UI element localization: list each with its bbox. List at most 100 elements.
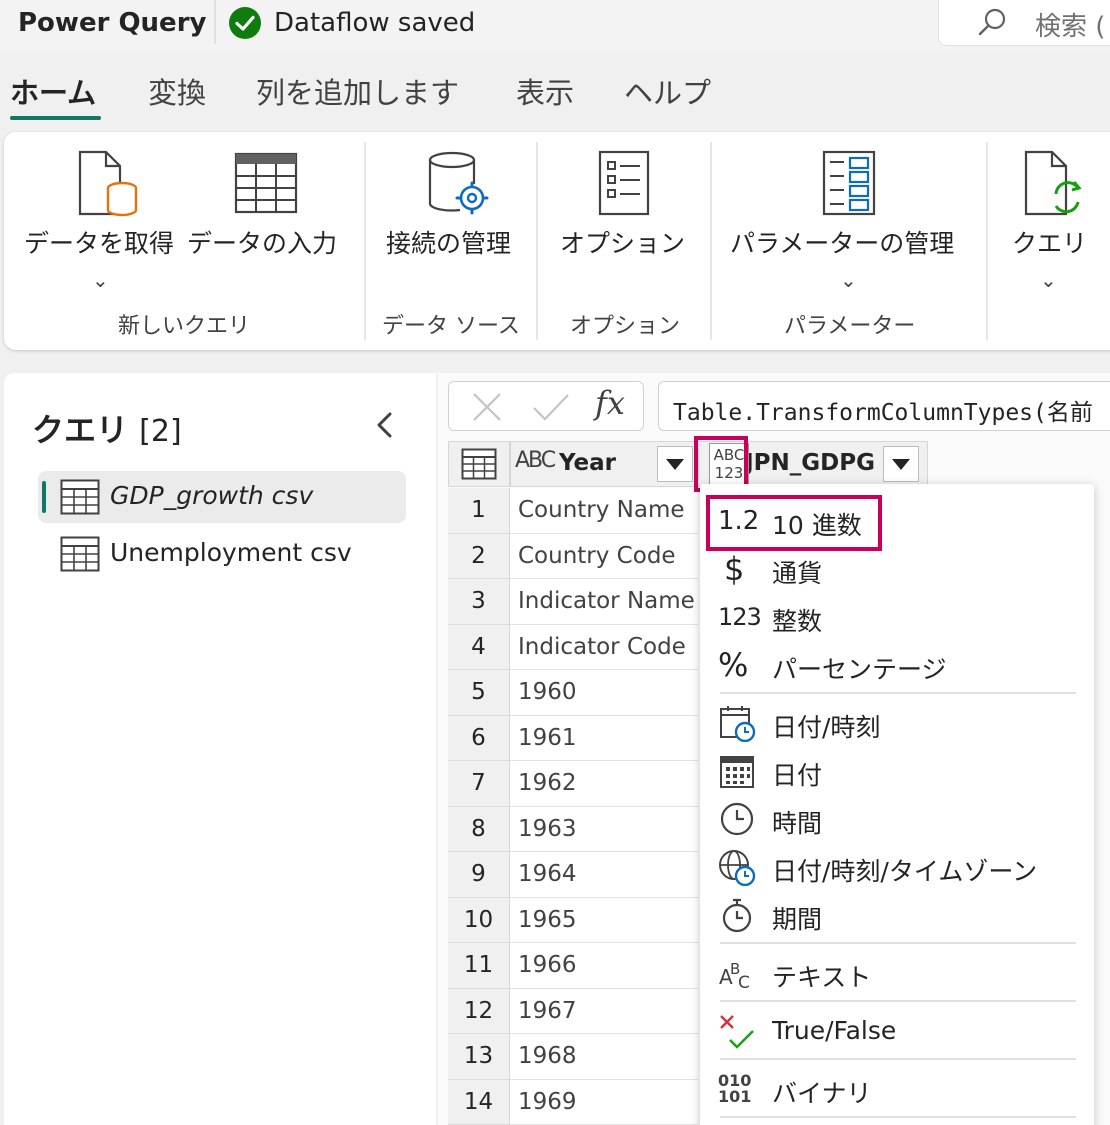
menu-item-time[interactable]: 時間 xyxy=(700,796,1094,842)
row-number: 9 xyxy=(448,852,510,898)
table-row[interactable]: 7 1962 xyxy=(448,761,698,807)
menu-item-binary[interactable]: 010 101 バイナリ xyxy=(700,1066,1094,1112)
menu-item-label: True/False xyxy=(772,1016,897,1045)
table-row[interactable]: 5 1960 xyxy=(448,670,698,716)
menu-item-currency[interactable]: $ 通貨 xyxy=(700,546,1094,592)
menu-item-label: 通貨 xyxy=(772,559,823,588)
currency-icon: $ xyxy=(724,550,745,588)
menu-item-label: 期間 xyxy=(772,905,823,934)
row-number: 10 xyxy=(448,897,510,943)
table-row[interactable]: 14 1969 xyxy=(448,1079,698,1125)
table-cell[interactable]: 1961 xyxy=(510,715,698,761)
table-cell[interactable]: Indicator Name xyxy=(510,579,698,625)
chevron-down-icon: ⌄ xyxy=(1040,268,1057,292)
menu-item-true-false[interactable]: True/False xyxy=(700,1008,1094,1054)
decimal-option-highlight xyxy=(706,495,882,551)
title-divider xyxy=(214,0,216,44)
collapse-panel-icon[interactable] xyxy=(366,405,406,445)
menu-item-text[interactable]: A B C テキスト xyxy=(700,950,1094,996)
column-name: Year xyxy=(559,450,617,476)
check-circle-icon xyxy=(229,7,261,39)
menu-item-datetime-timezone[interactable]: 日付/時刻/タイムゾーン xyxy=(700,844,1094,890)
row-number: 11 xyxy=(448,943,510,989)
table-cell[interactable]: Country Name xyxy=(510,488,698,534)
menu-item-label: 整数 xyxy=(772,607,823,636)
data-type-menu: 1.2 10 進数 $ 通貨 123 整数 % パーセンテージ 日付/時刻 日付… xyxy=(700,484,1094,1125)
queries-count: [2] xyxy=(139,414,182,449)
query-refresh-icon xyxy=(1024,150,1082,216)
menu-divider xyxy=(720,1116,1076,1118)
row-number: 5 xyxy=(448,670,510,716)
formula-input[interactable]: Table.TransformColumnTypes(名前 xyxy=(658,381,1110,431)
query-item-unemployment[interactable]: Unemployment csv xyxy=(38,528,406,580)
table-cell[interactable]: Indicator Code xyxy=(510,624,698,670)
table-row[interactable]: 4 Indicator Code xyxy=(448,624,698,670)
menu-item-label: バイナリ xyxy=(772,1079,872,1108)
table-cell[interactable]: 1964 xyxy=(510,852,698,898)
table-cell[interactable]: 1968 xyxy=(510,1034,698,1080)
enter-data-label: データの入力 xyxy=(187,229,338,258)
commit-formula-icon[interactable] xyxy=(531,392,571,422)
menu-item-whole-number[interactable]: 123 整数 xyxy=(700,594,1094,640)
column-dropdown-button[interactable] xyxy=(883,446,919,482)
tab-home[interactable]: ホーム xyxy=(10,70,96,112)
cancel-formula-icon[interactable] xyxy=(471,392,503,422)
menu-item-datetime[interactable]: 日付/時刻 xyxy=(700,700,1094,746)
calendar-icon xyxy=(720,756,754,788)
table-row[interactable]: 11 1966 xyxy=(448,943,698,989)
tab-view[interactable]: 表示 xyxy=(516,70,574,112)
menu-divider xyxy=(720,1058,1076,1060)
table-cell[interactable]: 1966 xyxy=(510,943,698,989)
percentage-icon: % xyxy=(718,646,749,684)
table-row[interactable]: 1 Country Name xyxy=(448,488,698,534)
row-number: 2 xyxy=(448,533,510,579)
ribbon: データを取得 ⌄ データの入力 新しいクエリ 接続の管理 データ ソース オプシ… xyxy=(4,132,1110,350)
queries-panel-title: クエリ [2] xyxy=(32,405,182,451)
table-row[interactable]: 12 1967 xyxy=(448,988,698,1034)
table-row[interactable]: 3 Indicator Name xyxy=(448,579,698,625)
table-row[interactable]: 6 1961 xyxy=(448,715,698,761)
save-status: Dataflow saved xyxy=(274,8,476,38)
chevron-down-icon: ⌄ xyxy=(840,268,857,292)
table-cell[interactable]: Country Code xyxy=(510,533,698,579)
table-row[interactable]: 8 1963 xyxy=(448,806,698,852)
table-cell[interactable]: 1963 xyxy=(510,806,698,852)
table-cell[interactable]: 1967 xyxy=(510,988,698,1034)
enter-data-icon xyxy=(234,152,298,214)
ribbon-tabs: ホーム 変換 列を追加します 表示 ヘルプ xyxy=(0,60,1110,122)
column-dropdown-button[interactable] xyxy=(657,446,693,482)
search-placeholder: 検索 ( xyxy=(1035,12,1106,42)
table-cell[interactable]: 1960 xyxy=(510,670,698,716)
ribbon-divider xyxy=(986,142,988,340)
tab-transform[interactable]: 変換 xyxy=(148,70,206,112)
select-all-header[interactable] xyxy=(448,441,510,487)
text-type-icon[interactable]: ABC xyxy=(515,448,556,473)
whole-number-icon: 123 xyxy=(718,603,762,631)
table-cell[interactable]: 1969 xyxy=(510,1079,698,1125)
table-cell[interactable]: 1962 xyxy=(510,761,698,807)
table-row[interactable]: 10 1965 xyxy=(448,897,698,943)
query-item-gdp-growth[interactable]: GDP_growth csv xyxy=(38,471,406,523)
table-row[interactable]: 2 Country Code xyxy=(448,533,698,579)
manage-parameters-icon xyxy=(822,150,876,216)
table-row[interactable]: 13 1968 xyxy=(448,1034,698,1080)
options-label: オプション xyxy=(560,229,686,258)
group-label-options: オプション xyxy=(570,314,681,339)
row-number: 12 xyxy=(448,988,510,1034)
tab-help[interactable]: ヘルプ xyxy=(624,70,711,112)
fx-icon[interactable]: fx xyxy=(595,384,625,422)
table-row[interactable]: 9 1964 xyxy=(448,852,698,898)
menu-item-percentage[interactable]: % パーセンテージ xyxy=(700,642,1094,688)
table-cell[interactable]: 1965 xyxy=(510,897,698,943)
tab-add-column[interactable]: 列を追加します xyxy=(256,70,459,112)
menu-item-duration[interactable]: 期間 xyxy=(700,892,1094,938)
menu-item-date[interactable]: 日付 xyxy=(700,748,1094,794)
column-name: JPN_GDPG xyxy=(749,450,875,476)
search-box[interactable]: 検索 ( xyxy=(938,0,1110,46)
menu-item-label: 日付/時刻 xyxy=(772,713,881,742)
group-label-data-source: データ ソース xyxy=(382,314,520,339)
clock-icon xyxy=(720,802,754,836)
caret-down-icon xyxy=(666,459,684,470)
column-header-year[interactable]: ABC Year xyxy=(510,441,698,487)
row-number: 13 xyxy=(448,1034,510,1080)
